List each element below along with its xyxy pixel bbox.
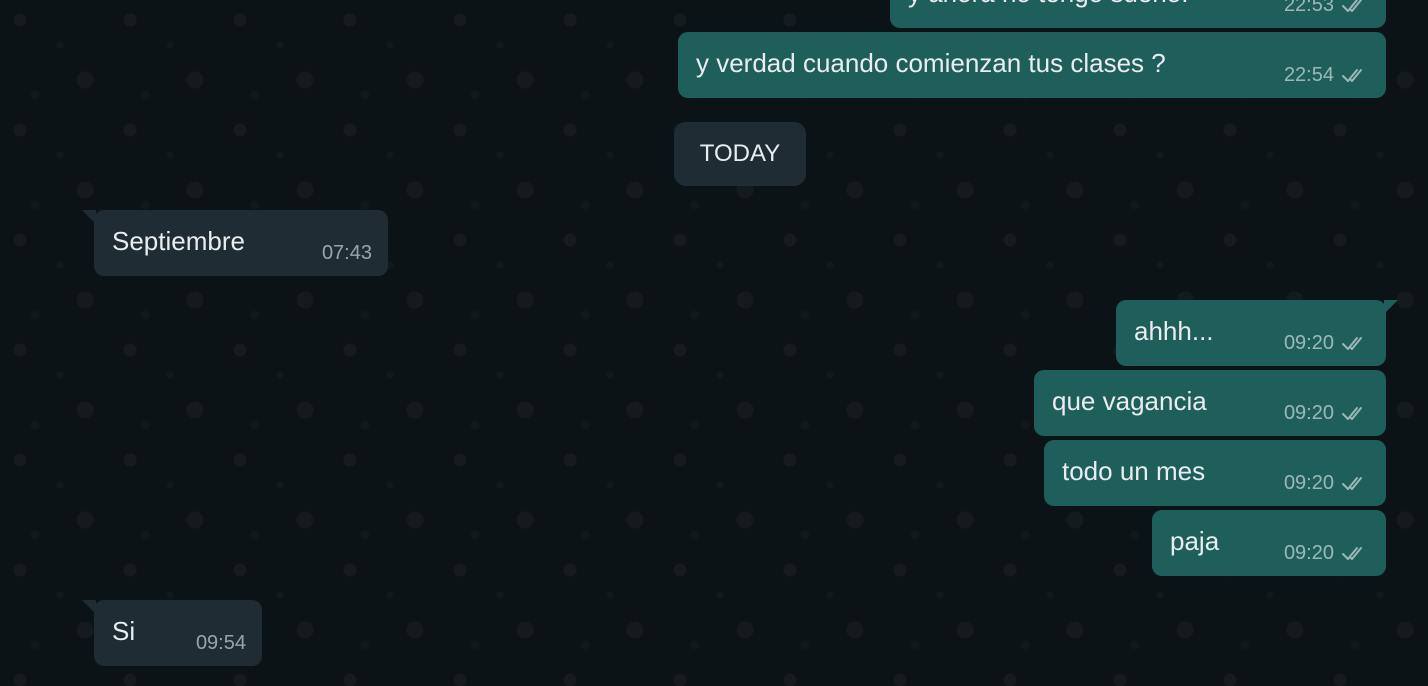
outgoing-message[interactable]: ahhh... 09:20 [1116, 300, 1398, 366]
message-time: 09:20 [1283, 472, 1334, 494]
message-time: 07:43 [321, 242, 372, 264]
date-divider: TODAY [674, 122, 806, 186]
outgoing-message[interactable]: todo un mes 09:20 [1044, 440, 1386, 506]
outgoing-message[interactable]: que vagancia 09:20 [1034, 370, 1386, 436]
message-meta: 09:20 [1284, 468, 1370, 498]
outgoing-message[interactable]: paja 09:20 [1152, 510, 1386, 576]
message-text: ahhh... [1134, 316, 1214, 346]
double-check-icon [1342, 0, 1362, 12]
double-check-icon [1342, 69, 1362, 82]
message-time: 09:20 [1283, 332, 1334, 354]
incoming-message[interactable]: Si 09:54 [82, 600, 262, 666]
message-meta: 22:54 [1284, 60, 1370, 90]
message-meta: 22:53 [1284, 0, 1370, 20]
message-meta: 07:43 [322, 238, 372, 268]
message-meta: 09:20 [1284, 328, 1370, 358]
message-text: que vagancia [1052, 386, 1207, 416]
message-text: y verdad cuando comienzan tus clases ? [696, 48, 1166, 78]
message-text: paja [1170, 526, 1220, 556]
message-text: Si [112, 616, 136, 646]
message-meta: 09:20 [1284, 538, 1370, 568]
message-time: 09:20 [1283, 402, 1334, 424]
message-text: Septiembre [112, 226, 245, 256]
double-check-icon [1342, 477, 1362, 490]
message-meta: 09:54 [196, 628, 246, 658]
double-check-icon [1342, 407, 1362, 420]
outgoing-message[interactable]: y ahora no tengo sueño. 22:53 [890, 0, 1386, 28]
outgoing-message[interactable]: y verdad cuando comienzan tus clases ? 2… [678, 32, 1386, 98]
double-check-icon [1342, 337, 1362, 350]
double-check-icon [1342, 547, 1362, 560]
message-text: y ahora no tengo sueño. [908, 0, 1188, 8]
message-text: todo un mes [1062, 456, 1206, 486]
message-time: 09:20 [1283, 542, 1334, 564]
message-time: 09:54 [195, 632, 246, 654]
incoming-message[interactable]: Septiembre 07:43 [82, 210, 388, 276]
message-time: 22:53 [1283, 0, 1334, 16]
message-time: 22:54 [1283, 64, 1334, 86]
message-meta: 09:20 [1284, 398, 1370, 428]
